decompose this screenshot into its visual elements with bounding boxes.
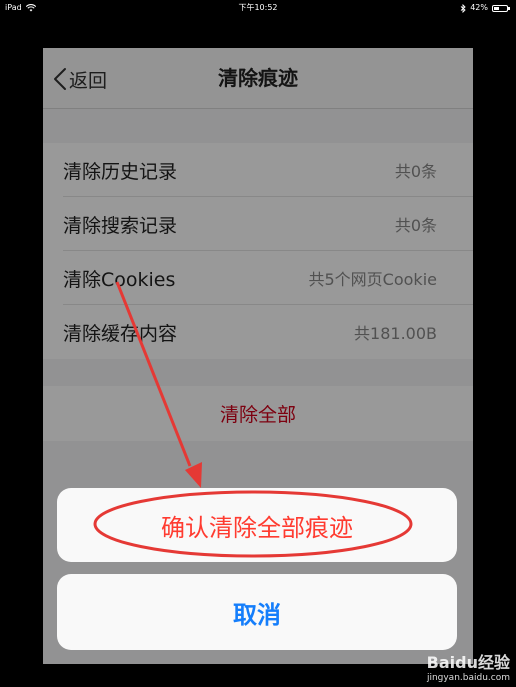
- dim-overlay[interactable]: [43, 48, 473, 664]
- watermark: Baidu经验 jingyan.baidu.com: [427, 649, 510, 683]
- battery-icon: [492, 4, 510, 12]
- watermark-main: Baidu经验: [426, 653, 510, 672]
- battery-percent: 42%: [470, 3, 488, 12]
- confirm-clear-all-button[interactable]: 确认清除全部痕迹: [57, 488, 457, 562]
- bluetooth-icon: [460, 3, 466, 13]
- status-right: 42%: [460, 0, 510, 16]
- app-screen: 清除痕迹 返回 清除历史记录 共0条 清除搜索记录 共0条 清除Cookies …: [43, 48, 473, 664]
- status-bar: iPad 下午10:52 42%: [0, 0, 516, 16]
- watermark-sub: jingyan.baidu.com: [426, 673, 510, 683]
- status-time: 下午10:52: [238, 3, 278, 12]
- cancel-button[interactable]: 取消: [57, 574, 457, 650]
